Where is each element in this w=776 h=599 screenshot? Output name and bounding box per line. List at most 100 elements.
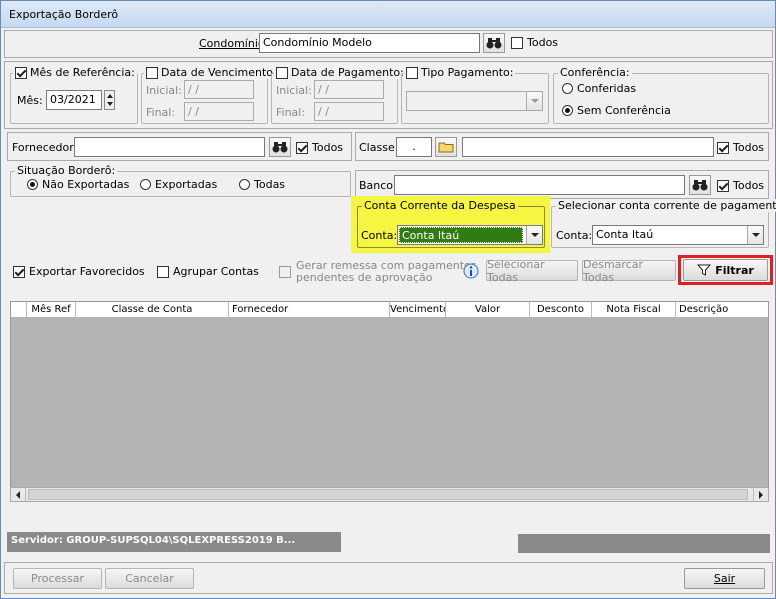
binoculars-icon	[486, 38, 502, 49]
nao-exportadas-radio[interactable]	[27, 179, 38, 190]
agrupar-contas-option[interactable]: Agrupar Contas	[157, 265, 259, 278]
conta-despesa-conta-label: Conta:	[361, 229, 398, 242]
conferencia-option-conferidas[interactable]: Conferidas	[562, 82, 636, 95]
sair-button[interactable]: Sair	[684, 568, 765, 589]
condominio-input[interactable]: Condomínio Modelo	[259, 33, 480, 53]
vencimento-inicial-input[interactable]: / /	[184, 80, 254, 99]
todas-radio[interactable]	[239, 179, 250, 190]
mes-input[interactable]: 03/2021	[46, 90, 102, 110]
vencimento-final-input[interactable]: / /	[184, 102, 254, 121]
conta-despesa-select[interactable]: Conta Itaú	[397, 225, 543, 245]
tipo-pagamento-label: Tipo Pagamento:	[421, 66, 514, 79]
banco-input[interactable]	[394, 175, 685, 195]
grid-horizontal-scrollbar[interactable]	[10, 487, 769, 502]
fornecedor-todos[interactable]: Todos	[296, 141, 343, 154]
processar-button[interactable]: Processar	[13, 568, 102, 589]
sem-conferencia-label: Sem Conferência	[577, 104, 671, 117]
gerar-remessa-checkbox[interactable]	[279, 266, 291, 278]
results-grid-header: Mês Ref Classe de Conta Fornecedor Venci…	[10, 301, 769, 318]
classe-label: Classe:	[359, 141, 399, 154]
fornecedor-search-button[interactable]	[269, 137, 291, 157]
folder-icon	[438, 142, 454, 153]
binoculars-icon	[272, 142, 288, 153]
grid-col-desconto[interactable]: Desconto	[530, 302, 592, 317]
filtrar-button[interactable]: Filtrar	[683, 259, 768, 281]
binoculars-search-button[interactable]	[483, 33, 505, 53]
grid-col-nota-fiscal[interactable]: Nota Fiscal	[592, 302, 676, 317]
tipo-pagamento-select[interactable]	[406, 91, 543, 111]
classe-code-input[interactable]: .	[396, 137, 432, 157]
pagamento-inicial-label: Inicial:	[276, 84, 312, 97]
conferencia-option-sem-conferencia[interactable]: Sem Conferência	[562, 104, 671, 117]
pagamento-final-label: Final:	[276, 106, 306, 119]
condominio-todos-checkbox[interactable]	[511, 36, 523, 49]
results-grid-body[interactable]	[10, 317, 769, 487]
pagamento-inicial-input[interactable]: / /	[314, 80, 384, 99]
conferencia-label: Conferência:	[560, 66, 630, 79]
situacao-label: Situação Borderô:	[17, 164, 116, 177]
spin-down-icon[interactable]	[107, 102, 113, 106]
situacao-option-todas[interactable]: Todas	[239, 178, 285, 191]
binoculars-icon	[692, 180, 708, 191]
mes-referencia-checkbox[interactable]	[15, 66, 27, 79]
classe-todos[interactable]: Todos	[717, 141, 764, 154]
scroll-left-icon[interactable]	[11, 488, 26, 501]
pagamento-final-input[interactable]: / /	[314, 102, 384, 121]
mes-referencia-label: Mês de Referência:	[30, 66, 135, 79]
server-status: Servidor: GROUP-SUPSQL04\SQLEXPRESS2019 …	[7, 532, 341, 552]
grid-col-mes-ref[interactable]: Mês Ref	[27, 302, 76, 317]
mes-spinner[interactable]	[104, 90, 115, 110]
tipo-pagamento-checkbox[interactable]	[406, 66, 418, 79]
info-icon[interactable]	[463, 263, 479, 279]
conferidas-label: Conferidas	[577, 82, 637, 95]
classe-folder-button[interactable]	[435, 137, 457, 157]
scroll-right-icon[interactable]	[753, 488, 768, 501]
export-bordero-window: Exportação Borderô Condomínio: Condomíni…	[0, 0, 776, 599]
classe-name-input[interactable]	[462, 137, 714, 157]
grid-col-descricao[interactable]: Descrição	[676, 302, 768, 317]
mes-label: Mês:	[17, 94, 43, 107]
banco-search-button[interactable]	[689, 175, 711, 195]
fornecedor-todos-checkbox[interactable]	[296, 141, 308, 154]
sem-conferencia-radio[interactable]	[562, 105, 573, 116]
conta-pagamento-dropdown-icon[interactable]	[747, 226, 763, 244]
classe-todos-checkbox[interactable]	[717, 141, 729, 154]
conta-pagamento-select[interactable]: Conta Itaú	[592, 225, 764, 245]
fornecedor-todos-label: Todos	[312, 141, 344, 154]
nao-exportadas-label: Não Exportadas	[42, 178, 130, 191]
agrupar-contas-checkbox[interactable]	[157, 265, 169, 278]
exportar-favorecidos-checkbox[interactable]	[13, 265, 25, 278]
data-vencimento-label: Data de Vencimento:	[161, 66, 277, 79]
spin-up-icon[interactable]	[107, 94, 113, 98]
condominio-todos[interactable]: Todos	[511, 36, 558, 49]
todas-label: Todas	[254, 178, 286, 191]
situacao-option-exportadas[interactable]: Exportadas	[140, 178, 217, 191]
grid-col-fornecedor[interactable]: Fornecedor	[229, 302, 390, 317]
window-title: Exportação Borderô	[9, 8, 119, 21]
tipo-pagamento-dropdown-icon[interactable]	[526, 92, 542, 110]
exportadas-radio[interactable]	[140, 179, 151, 190]
scroll-thumb[interactable]	[28, 489, 748, 500]
desmarcar-todas-button[interactable]: Desmarcar Todas	[582, 258, 676, 284]
banco-todos[interactable]: Todos	[717, 179, 764, 192]
exportadas-label: Exportadas	[155, 178, 218, 191]
grid-col-classe-conta[interactable]: Classe de Conta	[76, 302, 229, 317]
status-progress-panel	[518, 534, 770, 553]
agrupar-contas-label: Agrupar Contas	[173, 265, 259, 278]
banco-todos-checkbox[interactable]	[717, 179, 729, 192]
conta-despesa-dropdown-icon[interactable]	[526, 226, 542, 244]
conta-pagamento-label: Selecionar conta corrente de pagamento	[558, 199, 776, 212]
exportar-favorecidos-label: Exportar Favorecidos	[29, 265, 145, 278]
grid-col-valor[interactable]: Valor	[446, 302, 530, 317]
situacao-option-nao-exportadas[interactable]: Não Exportadas	[27, 178, 129, 191]
conferidas-radio[interactable]	[562, 83, 573, 94]
grid-col-vencimento[interactable]: Vencimento	[390, 302, 446, 317]
vencimento-inicial-label: Inicial:	[146, 84, 182, 97]
data-vencimento-checkbox[interactable]	[146, 66, 158, 79]
data-pagamento-checkbox[interactable]	[276, 66, 288, 79]
title-bar: Exportação Borderô	[1, 1, 775, 28]
selecionar-todas-button[interactable]: Selecionar Todas	[486, 258, 578, 284]
cancelar-button[interactable]: Cancelar	[105, 568, 194, 589]
exportar-favorecidos-option[interactable]: Exportar Favorecidos	[13, 265, 145, 278]
fornecedor-input[interactable]	[74, 137, 265, 157]
